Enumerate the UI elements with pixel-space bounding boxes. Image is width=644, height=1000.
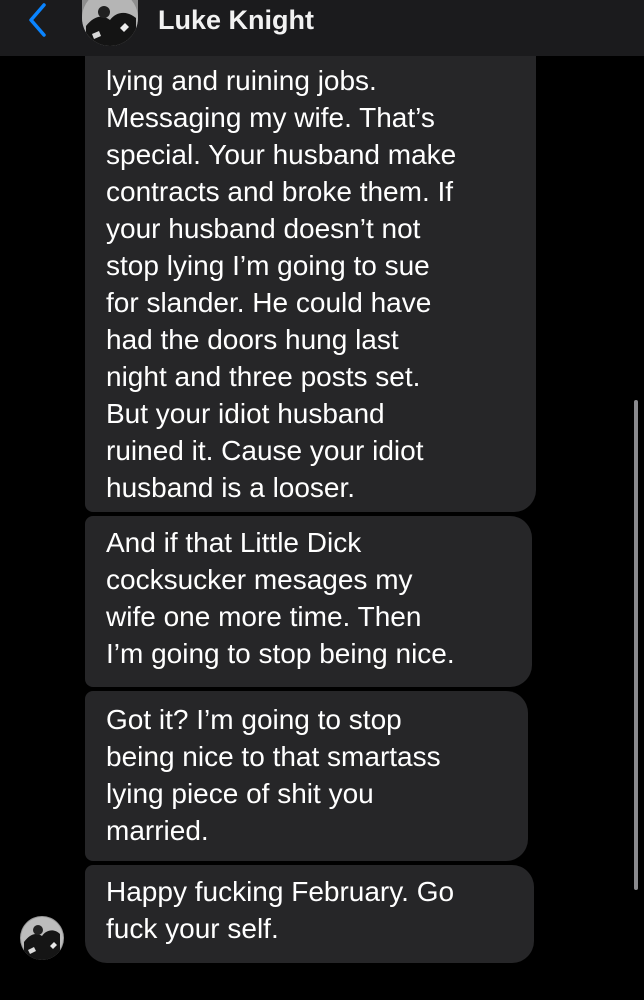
conversation-header: Luke Knight: [0, 0, 644, 56]
message-thread[interactable]: lying and ruining jobs. Messaging my wif…: [0, 0, 644, 1000]
message-bubble[interactable]: And if that Little Dick cocksucker mesag…: [85, 516, 532, 687]
contact-name[interactable]: Luke Knight: [158, 4, 314, 36]
scrollbar[interactable]: [634, 400, 638, 890]
message-bubble[interactable]: Got it? I’m going to stop being nice to …: [85, 691, 528, 861]
chevron-left-icon: [29, 3, 46, 37]
message-bubble[interactable]: lying and ruining jobs. Messaging my wif…: [85, 36, 536, 512]
message-bubble[interactable]: Happy fucking February. Go fuck your sel…: [85, 865, 534, 963]
contact-avatar[interactable]: [82, 0, 138, 46]
sender-avatar[interactable]: [20, 916, 64, 960]
avatar-image: [20, 916, 64, 960]
back-button[interactable]: [22, 0, 54, 40]
avatar-image: [82, 0, 138, 46]
